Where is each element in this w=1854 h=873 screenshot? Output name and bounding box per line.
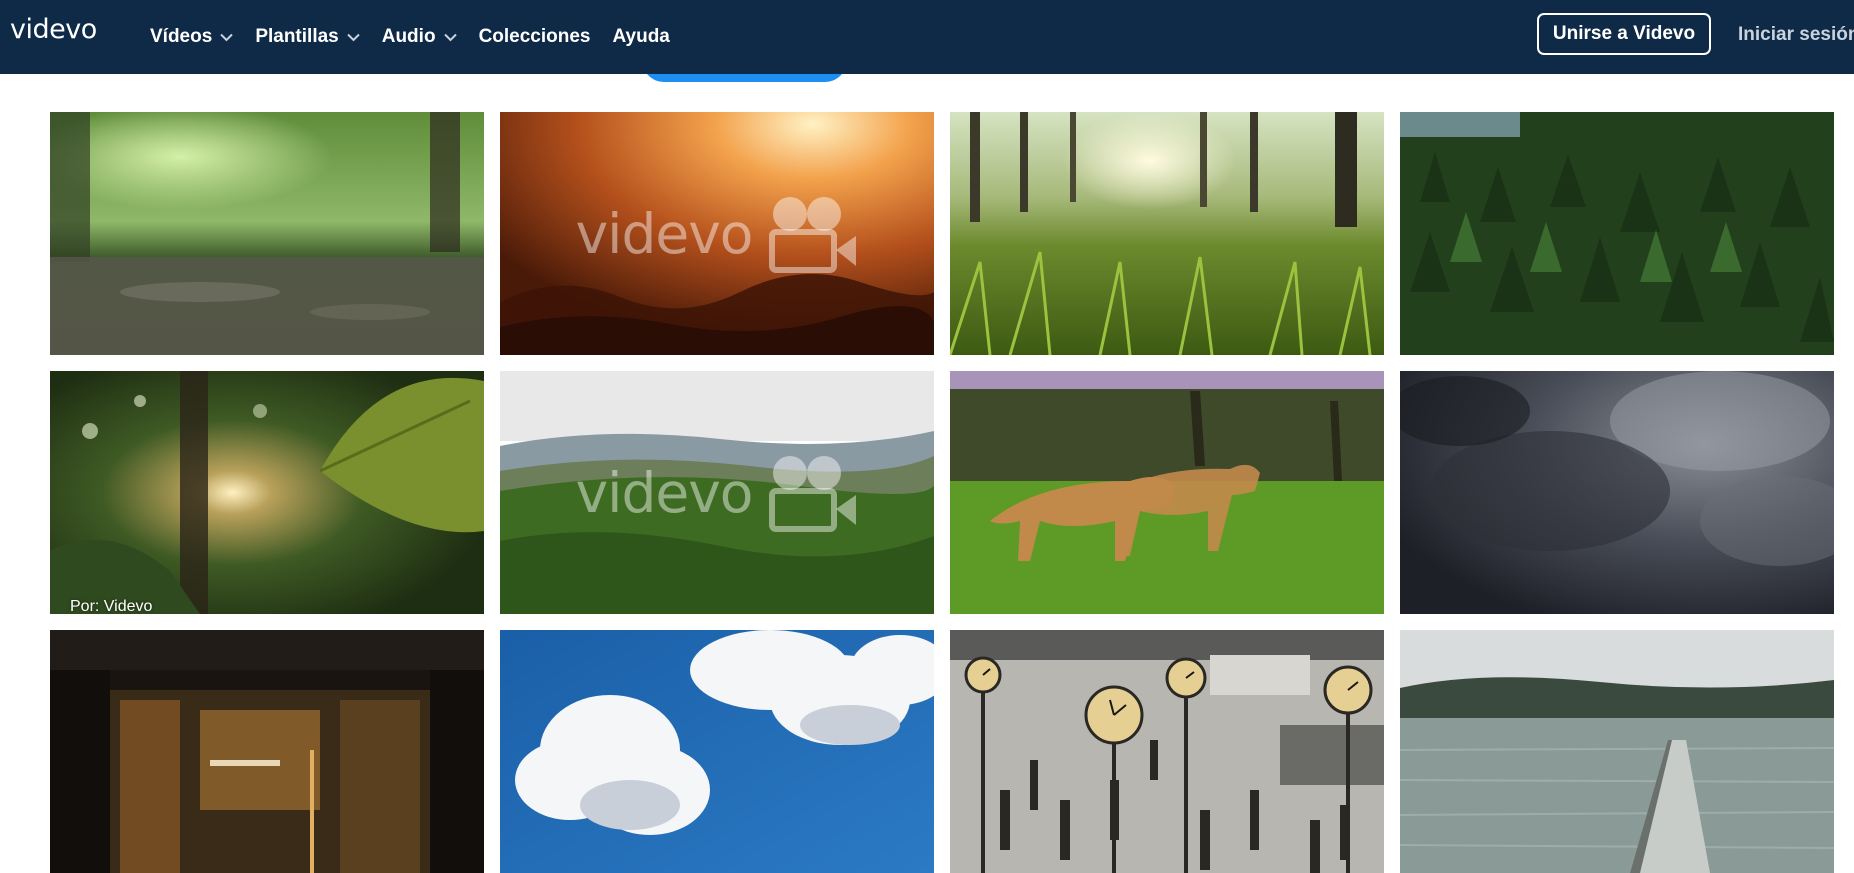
video-thumbnail <box>50 630 484 873</box>
watermark: videvo <box>500 371 934 614</box>
chevron-down-icon <box>347 33 360 41</box>
video-thumbnail <box>50 112 484 355</box>
video-thumbnail <box>50 371 484 614</box>
video-card-pine-forest[interactable] <box>1400 112 1834 355</box>
video-card-jungle-leaf[interactable]: Por: Videvo <box>50 371 484 614</box>
nav-item-label: Plantillas <box>255 26 339 47</box>
author-byline: Por: Videvo <box>70 598 153 614</box>
video-grid: videvo Por: Videvo videvo <box>50 112 1834 873</box>
video-thumbnail <box>1400 371 1834 614</box>
top-navbar: videvo Vídeos Plantillas Audio Coleccion… <box>0 0 1854 74</box>
join-button[interactable]: Unirse a Videvo <box>1537 13 1711 55</box>
nav-item-audio[interactable]: Audio <box>382 26 457 48</box>
video-card-lake-pier[interactable] <box>1400 630 1834 873</box>
video-card-green-hills[interactable]: videvo <box>500 371 934 614</box>
video-thumbnail <box>500 630 934 873</box>
nav-item-label: Audio <box>381 26 436 47</box>
nav-item-colecciones[interactable]: Colecciones <box>479 26 591 48</box>
signin-link[interactable]: Iniciar sesión <box>1738 24 1854 46</box>
video-card-city-clocks[interactable] <box>950 630 1384 873</box>
video-thumbnail <box>950 371 1384 614</box>
video-card-sunrise-forest[interactable]: videvo <box>500 112 934 355</box>
watermark-text: videvo <box>575 460 754 525</box>
nav-item-label: Colecciones <box>478 26 591 47</box>
nav-item-ayuda[interactable]: Ayuda <box>613 26 670 48</box>
video-thumbnail <box>1400 630 1834 873</box>
nav-item-plantillas[interactable]: Plantillas <box>255 26 360 48</box>
video-camera-icon <box>769 455 857 532</box>
video-card-grass-sunlight[interactable] <box>950 112 1384 355</box>
chevron-down-icon <box>443 33 457 41</box>
videvo-logo[interactable]: videvo <box>10 14 97 45</box>
video-thumbnail <box>950 112 1384 355</box>
video-card-night-lobby[interactable] <box>50 630 484 873</box>
video-card-rain-forest-floor[interactable] <box>50 112 484 355</box>
nav-item-label: Vídeos <box>150 26 213 47</box>
nav-item-videos[interactable]: Vídeos <box>150 26 234 48</box>
watermark-text: videvo <box>575 201 754 266</box>
watermark: videvo <box>500 112 934 355</box>
nav-item-label: Ayuda <box>612 26 670 47</box>
video-thumbnail <box>1400 112 1834 355</box>
video-card-lionesses[interactable] <box>950 371 1384 614</box>
main-nav: Vídeos Plantillas Audio Colecciones Ayud… <box>150 0 692 74</box>
video-thumbnail <box>950 630 1384 873</box>
video-card-storm-clouds[interactable] <box>1400 371 1834 614</box>
video-camera-icon <box>769 196 857 273</box>
chevron-down-icon <box>220 33 234 41</box>
video-card-blue-sky[interactable] <box>500 630 934 873</box>
